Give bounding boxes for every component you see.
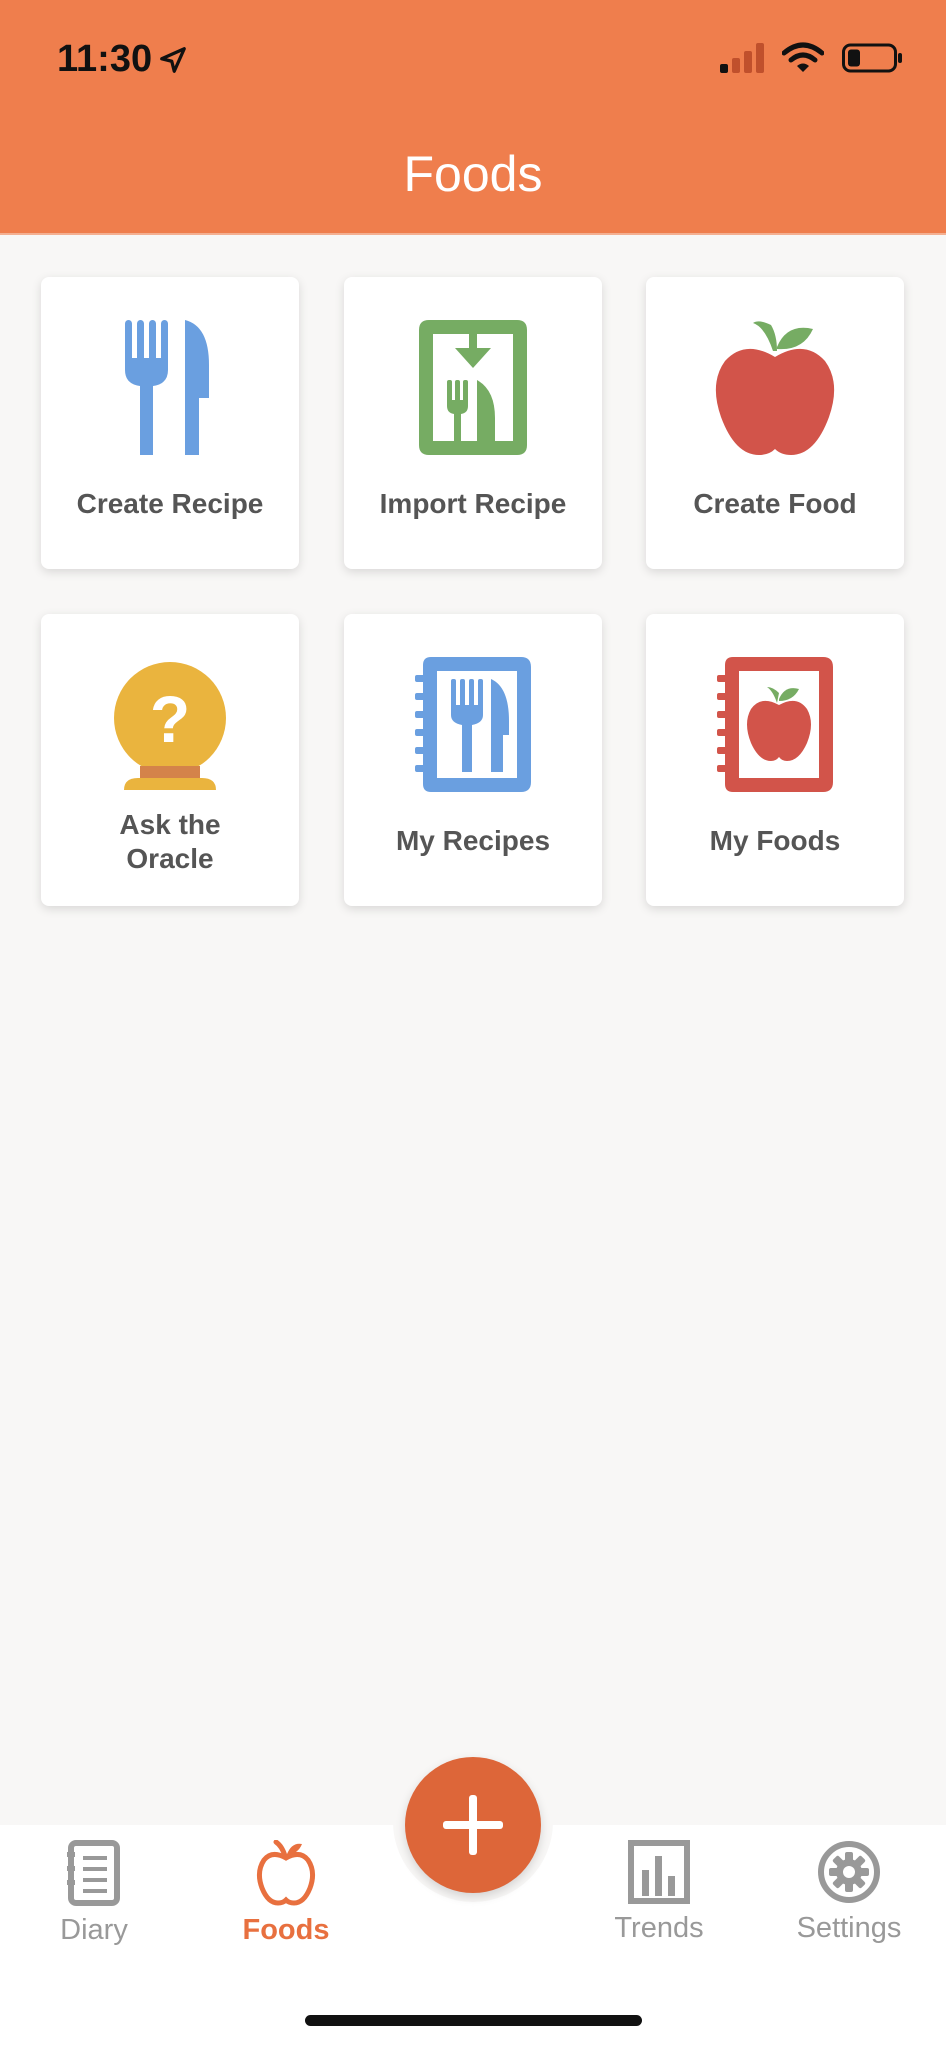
food-book-icon: [717, 656, 833, 792]
oracle-ball-icon: ?: [114, 662, 226, 790]
tile-label: Create Food: [693, 488, 857, 519]
tab-label: Trends: [614, 1912, 704, 1944]
home-indicator: [305, 2015, 642, 2026]
import-recipe-icon: [419, 319, 527, 455]
apple-icon: [715, 321, 835, 455]
create-food-tile[interactable]: Create Food: [646, 277, 904, 569]
my-recipes-tile[interactable]: My Recipes: [344, 614, 602, 906]
wifi-icon: [782, 42, 824, 72]
apple-outline-icon: [256, 1840, 316, 1906]
app-header: 11:30 Foods: [0, 0, 946, 235]
ask-the-oracle-tile[interactable]: ? Ask the Oracle: [41, 614, 299, 906]
bar-chart-icon: [628, 1840, 690, 1904]
my-foods-tile[interactable]: My Foods: [646, 614, 904, 906]
plus-icon: [443, 1795, 503, 1855]
recipe-book-icon: [415, 656, 531, 792]
location-arrow-icon: [160, 46, 186, 73]
tile-label: Ask the Oracle: [119, 809, 221, 874]
diary-icon: [67, 1840, 120, 1906]
tab-foods[interactable]: Foods: [201, 1840, 371, 1960]
tab-label: Diary: [60, 1914, 128, 1946]
page-title: Foods: [403, 146, 543, 202]
status-indicators: [720, 42, 902, 74]
fork-knife-icon: [125, 319, 209, 455]
svg-text:?: ?: [150, 682, 190, 756]
add-entry-button[interactable]: [405, 1757, 541, 1893]
tab-trends[interactable]: Trends: [574, 1840, 744, 1960]
tile-label: My Recipes: [395, 825, 551, 856]
tab-label: Foods: [242, 1914, 330, 1946]
status-time: 11:30: [57, 38, 188, 81]
cellular-signal-icon: [720, 43, 764, 73]
tile-label: Create Recipe: [76, 488, 264, 519]
import-recipe-tile[interactable]: Import Recipe: [344, 277, 602, 569]
battery-icon: [842, 43, 902, 73]
gear-icon: [818, 1841, 880, 1903]
tile-label: Import Recipe: [379, 488, 567, 519]
tab-settings[interactable]: Settings: [764, 1840, 934, 1960]
tab-label: Settings: [796, 1912, 902, 1944]
status-time-text: 11:30: [57, 38, 153, 80]
tab-diary[interactable]: Diary: [9, 1840, 179, 1960]
create-recipe-tile[interactable]: Create Recipe: [41, 277, 299, 569]
tile-label: My Foods: [709, 825, 841, 856]
